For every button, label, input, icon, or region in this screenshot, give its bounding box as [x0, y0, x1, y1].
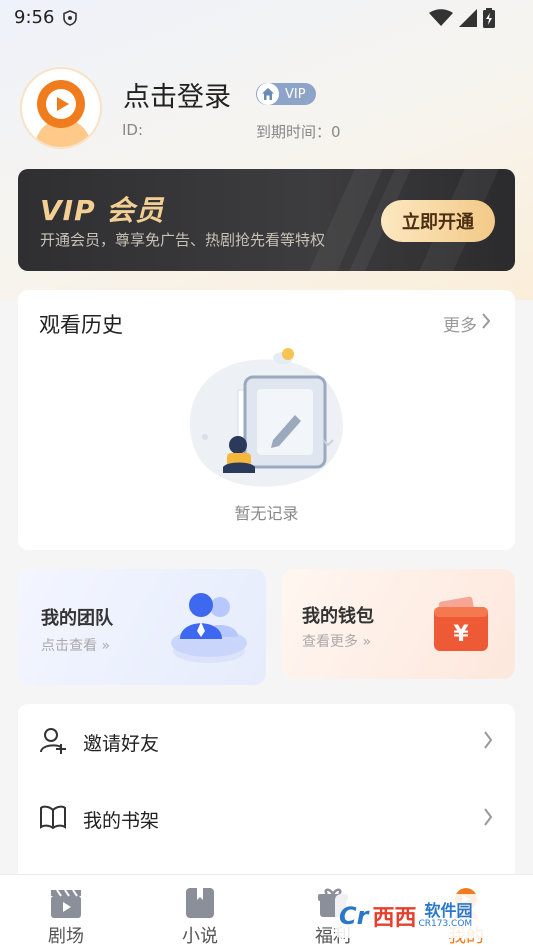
site-watermark: Cr 西西 软件园 CR173.COM [335, 894, 513, 938]
tab-label: 小说 [182, 926, 218, 947]
home-icon [257, 83, 279, 105]
menu-item-label: 我的书架 [83, 809, 160, 832]
tab-novel[interactable]: 小说 [150, 875, 250, 948]
chevron-right-icon [483, 731, 493, 753]
login-link[interactable]: 点击登录 [123, 75, 231, 114]
wallet-title: 我的钱包 [302, 606, 374, 627]
book-icon [184, 887, 216, 923]
watermark-soft: 软件园 [424, 901, 473, 920]
vip-banner[interactable]: VIP 会员 开通会员，尊享免广告、热剧抢先看等特权 立即开通 [18, 169, 515, 271]
menu-item-label: 邀请好友 [83, 732, 160, 755]
my-team-card[interactable]: 我的团队 点击查看 » [18, 569, 266, 685]
watermark-logo: Cr [339, 902, 369, 930]
history-more-link[interactable]: 更多 [443, 311, 491, 336]
watermark-name: 西西 [372, 906, 417, 931]
avatar[interactable] [20, 67, 102, 149]
history-more-label: 更多 [443, 316, 477, 336]
my-wallet-card[interactable]: 我的钱包 查看更多 » ¥ [282, 569, 515, 679]
expire-time: 到期时间：0 [256, 123, 341, 141]
clapperboard-icon [50, 887, 82, 923]
menu-item-bookshelf[interactable]: 我的书架 [18, 781, 515, 857]
menu-list: 邀请好友 我的书架 [18, 704, 515, 879]
user-id: ID: [122, 121, 144, 139]
status-icons [429, 8, 495, 32]
play-icon [46, 89, 76, 119]
history-title: 观看历史 [39, 313, 123, 337]
status-bar: 9:56 [0, 0, 533, 36]
cellular-signal-icon [459, 9, 477, 31]
status-time: 9:56 [14, 7, 55, 28]
history-card: 观看历史 更多 暂无记录 [18, 290, 515, 550]
menu-item-invite-friends[interactable]: 邀请好友 [18, 704, 515, 780]
vip-badge: VIP [256, 83, 316, 105]
vip-title: VIP 会员 [40, 194, 165, 227]
vip-badge-text: VIP [285, 86, 306, 102]
shield-icon [63, 10, 77, 30]
tab-label: 剧场 [48, 926, 84, 947]
watermark-text: 软件园 CR173.COM [418, 901, 473, 930]
team-icon [168, 591, 250, 671]
team-subtitle: 点击查看 » [41, 638, 111, 654]
empty-history-text: 暂无记录 [234, 504, 299, 523]
wifi-icon [429, 9, 453, 31]
open-vip-button[interactable]: 立即开通 [381, 200, 495, 242]
tab-theater[interactable]: 剧场 [16, 875, 116, 948]
book-icon [39, 804, 67, 834]
wallet-icon: ¥ [430, 593, 492, 659]
empty-history-illustration [183, 345, 353, 495]
vip-subtitle: 开通会员，尊享免广告、热剧抢先看等特权 [40, 231, 326, 249]
wallet-subtitle: 查看更多 » [302, 634, 372, 650]
chevron-right-icon [481, 313, 491, 334]
svg-text:¥: ¥ [453, 622, 469, 647]
battery-charging-icon [483, 8, 495, 32]
add-user-icon [39, 726, 67, 758]
watermark-url: CR173.COM [418, 919, 473, 929]
team-title: 我的团队 [41, 608, 113, 629]
chevron-right-icon [483, 808, 493, 830]
